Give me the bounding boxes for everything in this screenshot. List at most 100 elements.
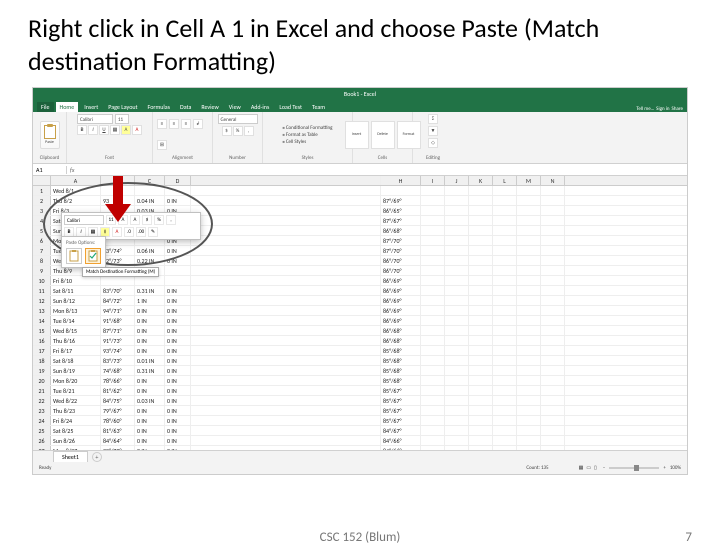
row-header[interactable]: 8: [33, 256, 51, 265]
cell[interactable]: 0 IN: [165, 346, 191, 355]
cell[interactable]: [101, 276, 135, 285]
cell[interactable]: Thu 8/16: [51, 336, 101, 345]
cell[interactable]: Tue 8/14: [51, 316, 101, 325]
cell[interactable]: 84°/66°: [381, 436, 421, 445]
zoom-level[interactable]: 100%: [670, 465, 681, 471]
mt-shrink-font[interactable]: A: [130, 215, 140, 225]
table-row[interactable]: 22Wed 8/2284°/75°0.03 IN0 IN85°/67°: [33, 396, 687, 406]
cell[interactable]: 86°/70°: [381, 266, 421, 275]
cell[interactable]: 84°/64°: [101, 436, 135, 445]
cell[interactable]: 0 IN: [165, 386, 191, 395]
row-header[interactable]: 18: [33, 356, 51, 365]
cell-styles-button[interactable]: Cell Styles: [283, 139, 333, 145]
col-header-k[interactable]: K: [469, 176, 493, 185]
row-header[interactable]: 24: [33, 416, 51, 425]
clear-button[interactable]: ◇: [428, 138, 438, 148]
cell[interactable]: 85°/68°: [381, 346, 421, 355]
tell-me[interactable]: Tell me…: [636, 106, 654, 112]
cell[interactable]: 86°/68°: [381, 336, 421, 345]
paste-button[interactable]: Paste: [40, 121, 60, 149]
cell[interactable]: 87°/67°: [381, 216, 421, 225]
col-header-j[interactable]: J: [445, 176, 469, 185]
cell[interactable]: 0 IN: [135, 326, 165, 335]
cell[interactable]: 1 IN: [135, 296, 165, 305]
cell[interactable]: 0 IN: [135, 306, 165, 315]
row-header[interactable]: 19: [33, 366, 51, 375]
fx-icon[interactable]: fx: [67, 166, 77, 174]
cell[interactable]: 0 IN: [135, 376, 165, 385]
cell[interactable]: 86°/65°: [381, 206, 421, 215]
percent-button[interactable]: %: [233, 126, 243, 136]
view-break-icon[interactable]: ▯: [594, 465, 597, 471]
fill-button[interactable]: ▼: [428, 126, 438, 136]
tab-file[interactable]: File: [37, 102, 54, 112]
cell[interactable]: 0 IN: [135, 436, 165, 445]
sheet-tab[interactable]: Sheet1: [53, 451, 88, 462]
tab-view[interactable]: View: [225, 102, 245, 112]
conditional-formatting-button[interactable]: Conditional Formatting: [283, 125, 333, 131]
view-normal-icon[interactable]: ▦: [579, 465, 584, 471]
table-row[interactable]: 21Tue 8/2181°/62°0 IN0 IN85°/67°: [33, 386, 687, 396]
tab-review[interactable]: Review: [197, 102, 222, 112]
cell[interactable]: 91°/73°: [101, 336, 135, 345]
zoom-slider[interactable]: [609, 467, 659, 469]
row-header[interactable]: 1: [33, 186, 51, 195]
cell[interactable]: Wed 8/15: [51, 326, 101, 335]
cell[interactable]: 0 IN: [135, 386, 165, 395]
table-row[interactable]: 19Sun 8/1974°/68°0.31 IN0 IN85°/68°: [33, 366, 687, 376]
cell[interactable]: [165, 266, 191, 275]
delete-cells-button[interactable]: Delete: [371, 121, 395, 149]
row-header[interactable]: 9: [33, 266, 51, 275]
cell[interactable]: 93°/74°: [101, 346, 135, 355]
bold-button[interactable]: B: [77, 125, 87, 135]
table-row[interactable]: 26Sun 8/2684°/64°0 IN0 IN84°/66°: [33, 436, 687, 446]
cell[interactable]: Mon 8/13: [51, 306, 101, 315]
table-row[interactable]: 13Mon 8/1394°/71°0 IN0 IN86°/69°: [33, 306, 687, 316]
cell[interactable]: 87°/71°: [101, 326, 135, 335]
table-row[interactable]: 14Tue 8/1491°/68°0 IN0 IN86°/69°: [33, 316, 687, 326]
row-header[interactable]: 12: [33, 296, 51, 305]
cell[interactable]: 0 IN: [135, 406, 165, 415]
table-row[interactable]: 2Thu 8/2930.04 IN0 IN87°/69°: [33, 196, 687, 206]
cell[interactable]: [165, 186, 191, 195]
paste-match-destination-button[interactable]: Match Destination Formatting (M): [85, 248, 101, 264]
wrap-text-button[interactable]: ↲: [193, 119, 203, 129]
mt-comma[interactable]: ,: [166, 215, 176, 225]
cell[interactable]: 0 IN: [165, 316, 191, 325]
cell[interactable]: 85°/68°: [381, 366, 421, 375]
row-header[interactable]: 22: [33, 396, 51, 405]
cell[interactable]: [135, 276, 165, 285]
row-header[interactable]: 2: [33, 196, 51, 205]
cell[interactable]: 0 IN: [165, 396, 191, 405]
format-as-table-button[interactable]: Format as Table: [283, 132, 333, 138]
cell[interactable]: 0 IN: [165, 376, 191, 385]
col-header-c[interactable]: C: [135, 176, 165, 185]
table-row[interactable]: 8Wed 8/892°/73°0.22 IN0 IN86°/70°: [33, 256, 687, 266]
cell[interactable]: 0 IN: [165, 246, 191, 255]
font-size-select[interactable]: 11: [115, 114, 129, 124]
cell[interactable]: 0 IN: [165, 436, 191, 445]
tab-formulas[interactable]: Formulas: [144, 102, 174, 112]
cell[interactable]: 86°/69°: [381, 296, 421, 305]
row-header[interactable]: 6: [33, 236, 51, 245]
row-header[interactable]: 15: [33, 326, 51, 335]
col-header-d[interactable]: D: [165, 176, 191, 185]
cell[interactable]: 0 IN: [135, 416, 165, 425]
tab-addins[interactable]: Add-ins: [247, 102, 274, 112]
cell[interactable]: 93°/74°: [101, 246, 135, 255]
table-row[interactable]: 16Thu 8/1691°/73°0 IN0 IN86°/68°: [33, 336, 687, 346]
comma-button[interactable]: ,: [244, 126, 254, 136]
cell[interactable]: 0 IN: [165, 296, 191, 305]
row-header[interactable]: 10: [33, 276, 51, 285]
align-center-button[interactable]: ≡: [169, 119, 179, 129]
cell[interactable]: Sat 8/18: [51, 356, 101, 365]
cell[interactable]: 85°/68°: [381, 376, 421, 385]
cell[interactable]: 0 IN: [165, 366, 191, 375]
tab-insert[interactable]: Insert: [80, 102, 102, 112]
row-header[interactable]: 23: [33, 406, 51, 415]
cell[interactable]: Fri 8/24: [51, 416, 101, 425]
cell[interactable]: 83°/70°: [101, 286, 135, 295]
col-header-i[interactable]: I: [421, 176, 445, 185]
view-page-icon[interactable]: ▭: [586, 465, 591, 471]
cell[interactable]: 84°/72°: [101, 296, 135, 305]
